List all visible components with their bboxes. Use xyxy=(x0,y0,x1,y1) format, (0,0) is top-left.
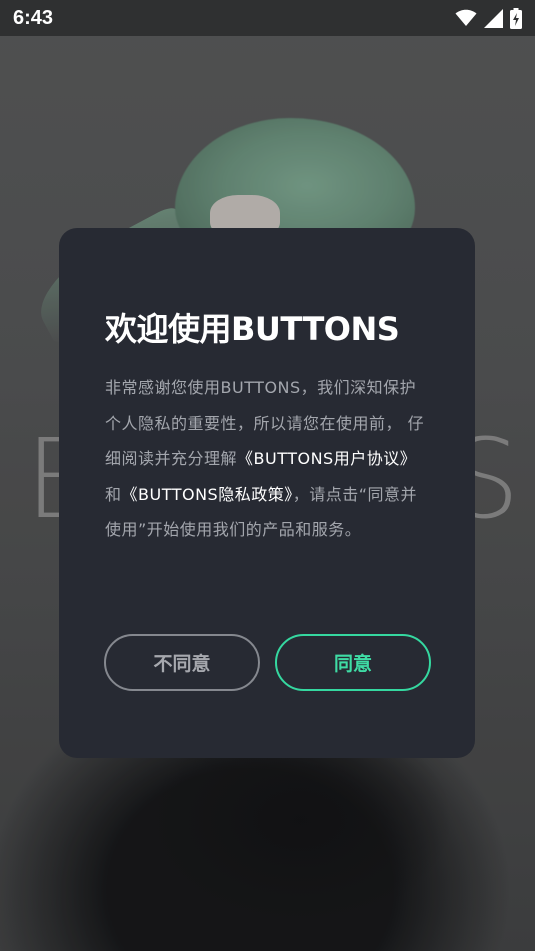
privacy-policy-link[interactable]: 《BUTTONS隐私政策》 xyxy=(122,485,293,504)
user-agreement-link[interactable]: 《BUTTONS用户协议》 xyxy=(237,449,416,468)
disagree-button-label: 不同意 xyxy=(153,653,211,675)
cellular-signal-icon xyxy=(484,8,503,28)
status-time: 6:43 xyxy=(13,6,54,29)
battery-charging-icon xyxy=(510,7,522,29)
agree-button[interactable]: 同意 xyxy=(275,634,431,691)
dialog-title: 欢迎使用BUTTONS xyxy=(105,310,400,348)
privacy-dialog: 欢迎使用BUTTONS 非常感谢您使用BUTTONS，我们深知保护个人隐私的重要… xyxy=(59,228,475,758)
status-icons xyxy=(455,7,522,29)
dialog-body-connector: 和 xyxy=(105,484,122,504)
dialog-body: 非常感谢您使用BUTTONS，我们深知保护个人隐私的重要性，所以请您在使用前， … xyxy=(105,370,431,548)
status-bar: 6:43 xyxy=(0,0,535,36)
disagree-button[interactable]: 不同意 xyxy=(104,634,260,691)
wifi-icon xyxy=(455,9,477,27)
agree-button-label: 同意 xyxy=(333,653,372,675)
